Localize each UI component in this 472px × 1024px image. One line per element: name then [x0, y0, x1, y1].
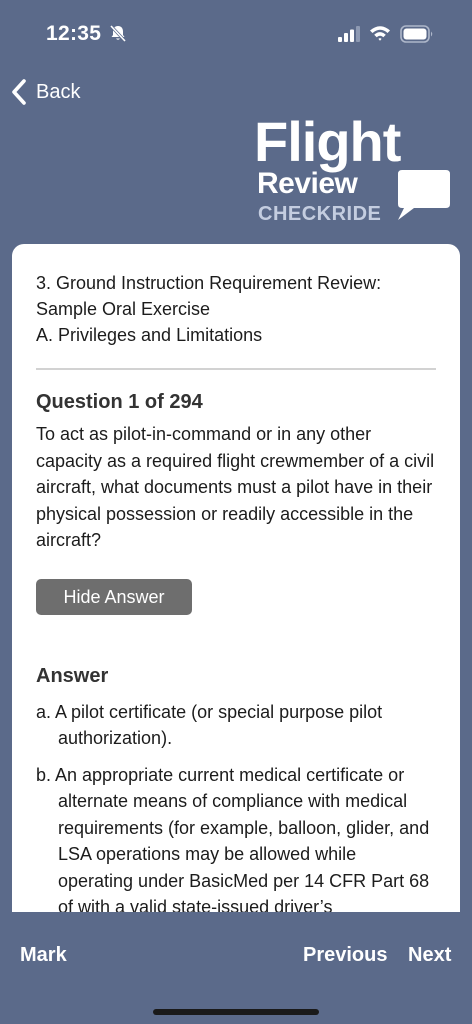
back-button[interactable]: Back	[10, 76, 80, 108]
question-text: To act as pilot-in-command or in any oth…	[36, 424, 435, 550]
answer-heading: Answer	[36, 664, 109, 687]
section-title: 3. Ground Instruction Requirement Review…	[36, 273, 382, 293]
speech-bubble-icon	[398, 170, 450, 220]
section-topic: A. Privileges and Limitations	[36, 325, 263, 345]
mark-button[interactable]: Mark	[20, 944, 67, 967]
answer-list: a. A pilot certificate (or special purpo…	[36, 699, 436, 913]
section-heading: 3. Ground Instruction Requirement Review…	[36, 270, 436, 348]
app-logo: Flight Review CHECKRIDE	[254, 112, 454, 232]
wifi-icon	[370, 26, 390, 41]
chevron-left-icon	[12, 79, 26, 105]
status-time: 12:35	[46, 22, 102, 45]
logo-tagline: CHECKRIDE	[258, 203, 382, 225]
question-number: Question 1 of 294	[36, 391, 203, 413]
answer-item: b. An appropriate current medical certif…	[36, 764, 430, 913]
logo-title: Flight	[254, 110, 401, 173]
next-button[interactable]: Next	[408, 944, 451, 967]
battery-icon	[400, 25, 433, 43]
bottom-toolbar: Mark Previous Next	[0, 912, 472, 1024]
status-bar: 12:35	[0, 0, 472, 70]
answer-item: a. A pilot certificate (or special purpo…	[36, 701, 383, 749]
question-card: 3. Ground Instruction Requirement Review…	[12, 244, 460, 912]
back-label: Back	[36, 80, 81, 103]
previous-button[interactable]: Previous	[303, 944, 387, 967]
divider	[36, 368, 436, 370]
section-subtitle: Sample Oral Exercise	[36, 299, 211, 319]
hide-answer-button[interactable]: Hide Answer	[36, 578, 192, 615]
bell-off-icon	[109, 24, 127, 42]
home-indicator[interactable]	[153, 1009, 319, 1015]
signal-icon	[338, 26, 360, 42]
logo-subtitle: Review	[257, 167, 358, 200]
